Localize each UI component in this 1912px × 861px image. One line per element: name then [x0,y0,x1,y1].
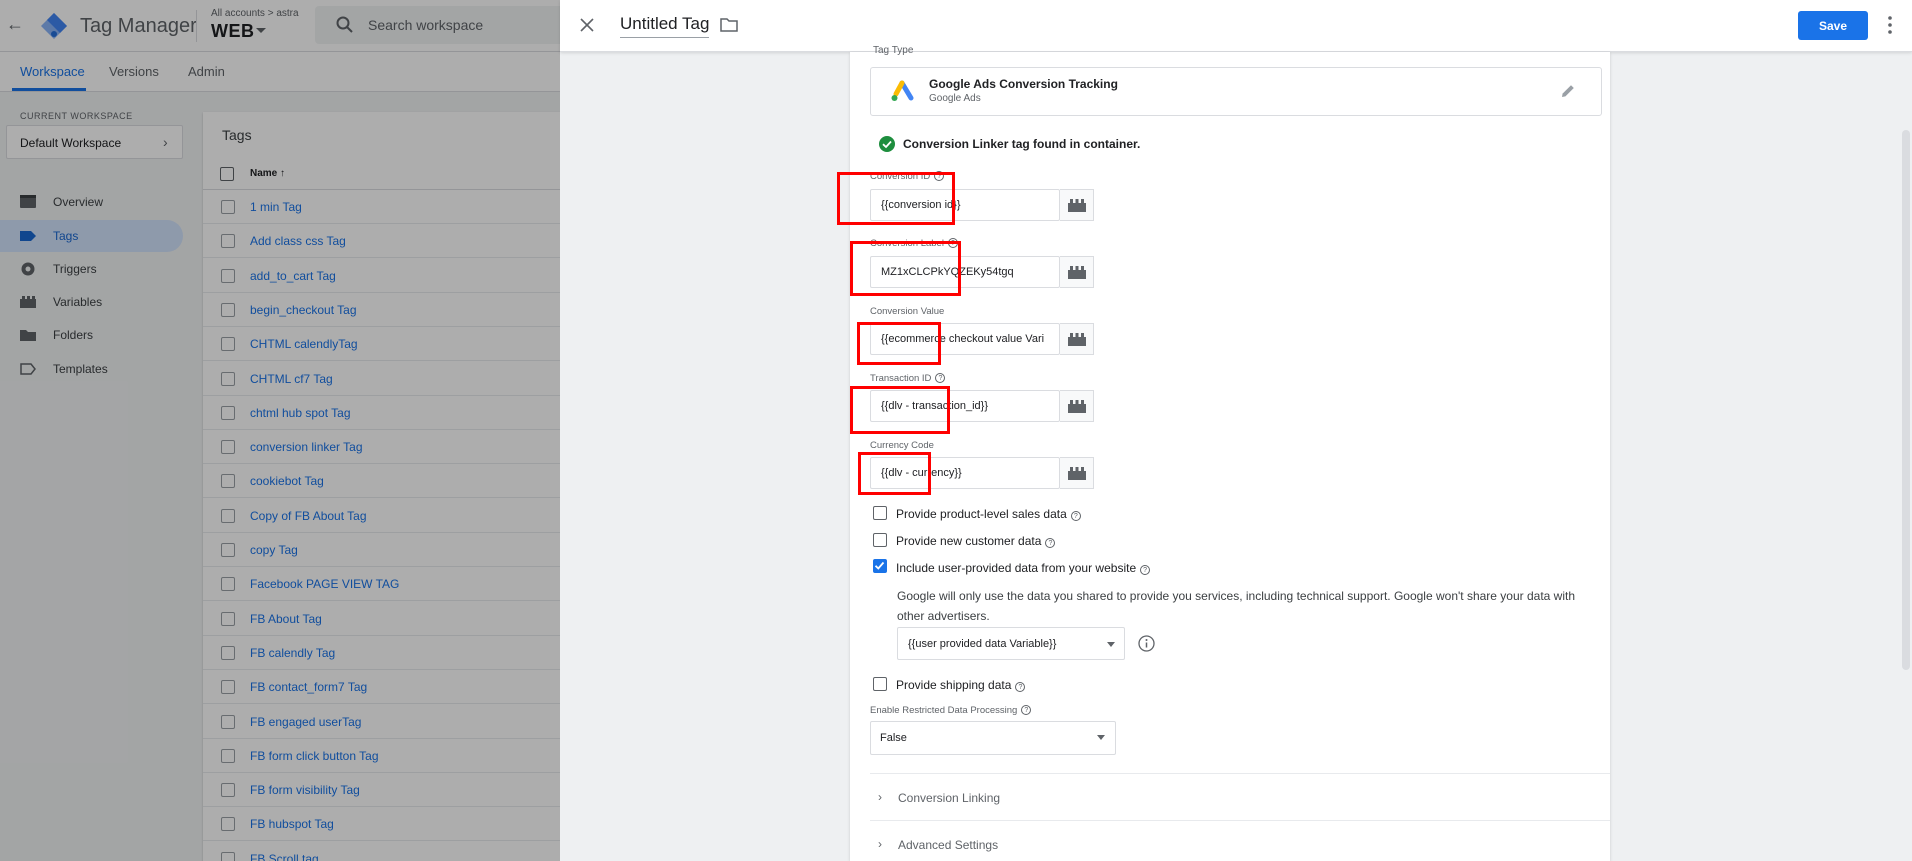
currency-code-label: Currency Code [870,440,934,451]
google-ads-logo [891,80,914,101]
help-icon[interactable]: ? [1015,682,1026,692]
highlight-box [837,172,955,225]
restricted-data-processing-value: False [880,732,907,744]
variable-picker-button[interactable] [1060,256,1094,288]
product-level-sales-checkbox[interactable] [873,506,887,520]
chevron-down-icon [1107,642,1115,647]
info-icon[interactable] [1138,635,1155,652]
help-icon[interactable]: ? [1021,705,1032,715]
user-provided-data-value: {{user provided data Variable}} [908,638,1057,650]
tag-name-input[interactable]: Untitled Tag [620,14,710,38]
user-provided-data-label: Include user-provided data from your web… [896,561,1151,575]
chevron-right-icon: › [878,837,882,851]
highlight-box [857,322,941,365]
highlight-box [858,452,931,495]
variable-picker-button[interactable] [1060,189,1094,221]
variable-picker-icon [1068,199,1086,212]
more-vert-icon[interactable] [1888,16,1892,34]
advanced-settings-label: Advanced Settings [898,838,999,852]
scrollbar[interactable] [1902,130,1910,670]
conversion-linking-label: Conversion Linking [898,791,1001,805]
editor-header [560,0,1912,52]
help-icon[interactable]: ? [1140,565,1151,575]
restricted-data-processing-label: Enable Restricted Data Processing? [870,705,1032,716]
shipping-data-label: Provide shipping data? [896,678,1026,692]
variable-picker-icon [1068,333,1086,346]
conversion-value-label: Conversion Value [870,306,945,317]
modal-scrim[interactable] [0,0,560,861]
variable-picker-icon [1068,266,1086,279]
pencil-icon[interactable] [1560,83,1576,99]
user-data-explanation: Google will only use the data you shared… [897,589,1576,623]
checkmark-icon [874,561,885,570]
new-customer-checkbox[interactable] [873,533,887,547]
variable-picker-icon [1068,467,1086,480]
chevron-down-icon [1097,735,1105,740]
tag-editor-panel: Untitled Tag Save Tag Type Google Ads Co… [560,0,1912,861]
tag-type-subtitle: Google Ads [929,93,981,104]
conversion-linker-message: Conversion Linker tag found in container… [903,137,1141,151]
product-level-sales-label: Provide product-level sales data? [896,507,1081,521]
variable-picker-button[interactable] [1060,323,1094,355]
highlight-box [850,241,961,296]
check-circle-icon [879,136,895,152]
variable-picker-button[interactable] [1060,457,1094,489]
save-button[interactable]: Save [1798,11,1868,40]
folder-icon[interactable] [720,17,738,32]
help-icon[interactable]: ? [935,373,946,383]
variable-picker-icon [1068,400,1086,413]
tag-type-label: Tag Type [873,45,914,56]
shipping-data-checkbox[interactable] [873,677,887,691]
transaction-id-label: Transaction ID? [870,373,946,384]
highlight-box [850,386,950,434]
variable-picker-button[interactable] [1060,390,1094,422]
chevron-right-icon: › [878,790,882,804]
help-icon[interactable]: ? [1045,538,1056,548]
tag-type-selector[interactable] [870,67,1602,116]
help-icon[interactable]: ? [1070,511,1081,521]
tag-type-title: Google Ads Conversion Tracking [929,77,1118,91]
user-provided-data-checkbox[interactable] [873,559,887,573]
new-customer-label: Provide new customer data? [896,534,1056,548]
close-icon[interactable] [578,16,596,34]
